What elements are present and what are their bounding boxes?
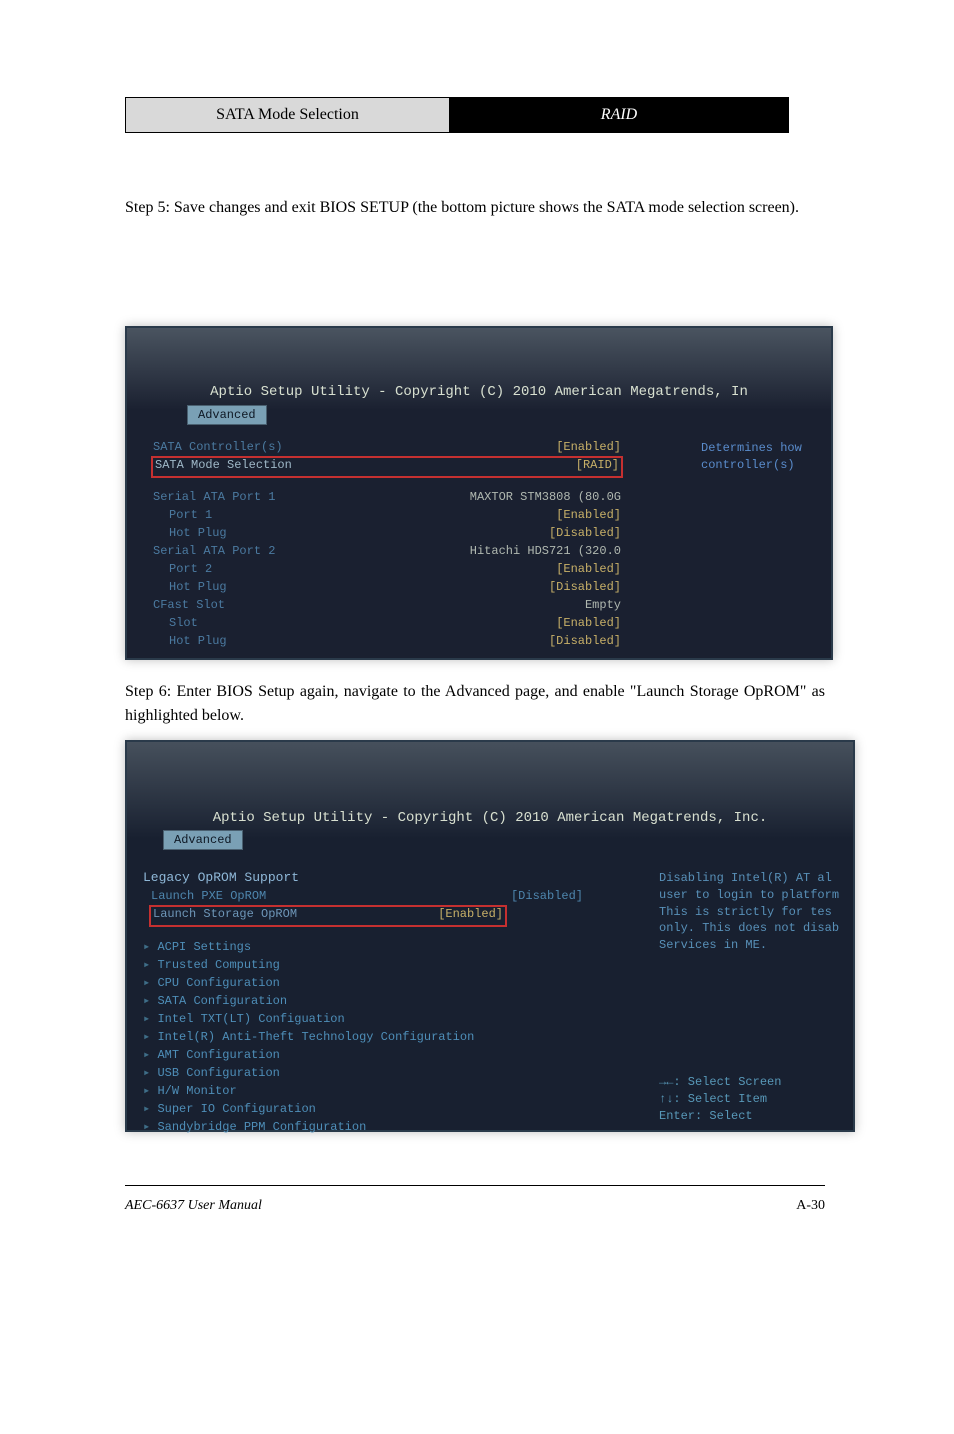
footer-right: A-30 xyxy=(796,1198,825,1214)
row-port1[interactable]: Port 1[Enabled] xyxy=(169,508,621,522)
table-cell-key: SATA Mode Selection xyxy=(126,98,450,133)
menu-item[interactable]: CPU Configuration xyxy=(143,975,583,990)
menu-item[interactable]: ACPI Settings xyxy=(143,939,583,954)
row-storage-oprom[interactable]: Launch Storage OpROM [Enabled] xyxy=(153,907,503,921)
menu-item[interactable]: Trusted Computing xyxy=(143,957,583,972)
table-cell-value: RAID xyxy=(450,98,789,133)
highlight-sata-mode: SATA Mode Selection [RAID] xyxy=(151,456,623,478)
menu-item[interactable]: H/W Monitor xyxy=(143,1083,583,1098)
menu-item[interactable]: Sandybridge PPM Configuration xyxy=(143,1119,583,1134)
menu-item[interactable]: SATA Configuration xyxy=(143,993,583,1008)
menu-item[interactable]: Intel TXT(LT) Configuation xyxy=(143,1011,583,1026)
row-slot[interactable]: Slot[Enabled] xyxy=(169,616,621,630)
row-hotplug3[interactable]: Hot Plug[Disabled] xyxy=(169,634,621,648)
footer-left: AEC-6637 User Manual xyxy=(125,1198,262,1214)
bios2-nav-hints: →←: Select Screen↑↓: Select ItemEnter: S… xyxy=(659,1074,849,1124)
menu-item[interactable]: Super IO Configuration xyxy=(143,1101,583,1116)
row-hotplug1[interactable]: Hot Plug[Disabled] xyxy=(169,526,621,540)
menu-item[interactable]: USB Configuration xyxy=(143,1065,583,1080)
row-pxe-oprom[interactable]: Launch PXE OpROM [Disabled] xyxy=(151,889,583,903)
settings-table: SATA Mode Selection RAID xyxy=(125,97,789,133)
highlight-storage-oprom: Launch Storage OpROM [Enabled] xyxy=(149,905,507,927)
bios-title: Aptio Setup Utility - Copyright (C) 2010… xyxy=(127,384,831,400)
row-port2-header: Serial ATA Port 2 Hitachi HDS721 (320.0 xyxy=(153,544,621,558)
bios-screenshot-1: Aptio Setup Utility - Copyright (C) 2010… xyxy=(125,326,833,660)
row-port2[interactable]: Port 2[Enabled] xyxy=(169,562,621,576)
row-port1-header: Serial ATA Port 1 MAXTOR STM3808 (80.0G xyxy=(153,490,621,504)
bios-menu-list: ACPI Settings Trusted Computing CPU Config… xyxy=(143,939,583,1134)
legacy-oprom-header: Legacy OpROM Support xyxy=(143,870,583,885)
menu-item[interactable]: Intel(R) Anti-Theft Technology Configura… xyxy=(143,1029,583,1044)
instruction-step6: Step 6: Enter BIOS Setup again, navigate… xyxy=(125,680,825,728)
instruction-step5: Step 5: Save changes and exit BIOS SETUP… xyxy=(125,196,825,220)
bios-title-2: Aptio Setup Utility - Copyright (C) 2010… xyxy=(127,810,853,826)
tab-advanced[interactable]: Advanced xyxy=(187,405,267,425)
bios1-help: Determines how controller(s) xyxy=(701,440,831,474)
menu-item[interactable]: AMT Configuration xyxy=(143,1047,583,1062)
bios2-help: Disabling Intel(R) AT aluser to login to… xyxy=(659,870,849,1124)
page-footer: AEC-6637 User Manual A-30 xyxy=(125,1185,825,1214)
row-hotplug2[interactable]: Hot Plug[Disabled] xyxy=(169,580,621,594)
row-sata-controller: SATA Controller(s) [Enabled] xyxy=(153,440,621,454)
bios-screenshot-2: Aptio Setup Utility - Copyright (C) 2010… xyxy=(125,740,855,1132)
tab-advanced-2[interactable]: Advanced xyxy=(163,830,243,850)
row-cfast: CFast Slot Empty xyxy=(153,598,621,612)
row-sata-mode[interactable]: SATA Mode Selection [RAID] xyxy=(155,458,619,472)
